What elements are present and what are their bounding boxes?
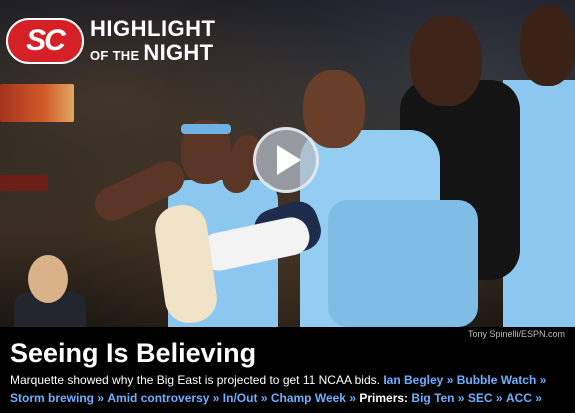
arrow-icon: » — [495, 391, 503, 405]
sportscenter-logo: SC HIGHLIGHT OF THE NIGHT — [6, 12, 216, 70]
player-right-head — [520, 6, 575, 86]
logo-night: NIGHT — [143, 40, 214, 65]
player-center-head — [303, 70, 365, 148]
play-video-button[interactable] — [253, 127, 319, 193]
logo-line-night: OF THE NIGHT — [90, 42, 216, 64]
arrow-icon: » — [212, 391, 220, 405]
photo-credit: Tony Spinelli/ESPN.com — [467, 329, 565, 339]
play-icon — [277, 145, 301, 175]
story-summary: Marquette showed why the Big East is pro… — [10, 371, 570, 407]
logo-line-highlight: HIGHLIGHT — [90, 16, 216, 41]
coach-head — [28, 255, 68, 303]
sc-badge-text: SC — [26, 24, 66, 57]
link-bubble-watch[interactable]: Bubble Watch — [457, 373, 537, 387]
logo-of-the: OF THE — [90, 48, 140, 63]
link-primer-acc[interactable]: ACC — [506, 391, 532, 405]
link-storm-brewing[interactable]: Storm brewing — [10, 391, 94, 405]
link-primer-sec[interactable]: SEC — [468, 391, 493, 405]
highlight-photo[interactable]: SC HIGHLIGHT OF THE NIGHT — [0, 0, 575, 327]
player-back-head — [410, 16, 482, 106]
link-champ-week[interactable]: Champ Week — [271, 391, 346, 405]
arena-sign — [0, 175, 48, 191]
link-in-out[interactable]: In/Out — [223, 391, 258, 405]
link-amid-controversy[interactable]: Amid controversy — [107, 391, 209, 405]
link-primer-big-ten[interactable]: Big Ten — [411, 391, 454, 405]
player-center-shorts — [328, 200, 478, 327]
logo-title: HIGHLIGHT OF THE NIGHT — [90, 18, 216, 64]
summary-text: Marquette showed why the Big East is pro… — [10, 373, 380, 387]
arrow-icon: » — [260, 391, 268, 405]
arrow-icon: » — [539, 373, 547, 387]
player-left-headband — [181, 124, 231, 134]
primers-label: Primers: — [359, 391, 409, 405]
story-headline[interactable]: Seeing Is Believing — [10, 338, 256, 368]
arrow-icon: » — [457, 391, 465, 405]
sc-badge: SC — [6, 18, 84, 64]
arena-scoreboard — [0, 84, 74, 122]
arrow-icon: » — [97, 391, 105, 405]
arrow-icon: » — [349, 391, 357, 405]
arrow-icon: » — [535, 391, 542, 405]
link-ian-begley[interactable]: Ian Begley — [383, 373, 443, 387]
arrow-icon: » — [446, 373, 454, 387]
highlight-card: SC HIGHLIGHT OF THE NIGHT Tony Spinelli/… — [0, 0, 575, 413]
